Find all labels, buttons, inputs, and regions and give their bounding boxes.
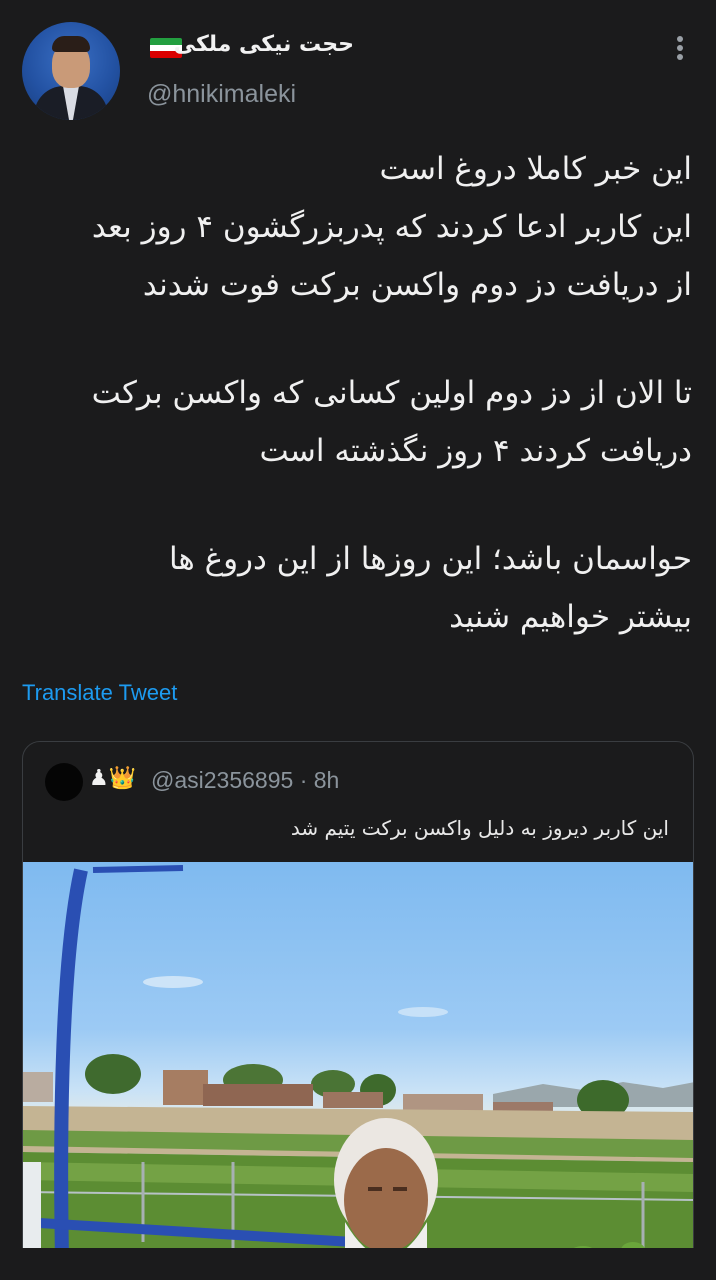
tweet-line: تا الان از دز دوم اولین کسانی که واکسن ب… <box>91 375 692 411</box>
quoted-tweet-photo[interactable] <box>23 862 693 1280</box>
author-avatar[interactable] <box>22 22 120 120</box>
quoted-author-handle-time[interactable]: @asi2356895 · 8h <box>151 767 339 794</box>
tweet-line: این خبر کاملا دروغ است <box>379 151 692 187</box>
quoted-tweet-time: · 8h <box>299 767 340 793</box>
quoted-author-avatar[interactable] <box>45 763 83 801</box>
tweet-line: از دریافت دز دوم واکسن برکت فوت شدند <box>142 267 692 303</box>
landscape-photo-illustration <box>23 865 693 1280</box>
avatar-hair <box>52 36 90 52</box>
quoted-tweet-text: این کاربر دیروز به دلیل واکسن برکت یتیم … <box>290 816 669 840</box>
more-options-icon[interactable] <box>668 36 692 66</box>
quoted-author-handle[interactable]: @asi2356895 <box>151 767 293 793</box>
tweet-text: این خبر کاملا دروغ است این کاربر ادعا کر… <box>12 140 692 646</box>
quoted-author-badges: ♟👑 <box>89 766 137 791</box>
tweet-line: این کاربر ادعا کردند که پدربزرگشون ۴ روز… <box>91 209 692 245</box>
tweet-line: حواسمان باشد؛ این روزها از این دروغ ها <box>168 541 692 577</box>
author-handle[interactable]: @hnikimaleki <box>147 80 296 109</box>
author-display-name[interactable]: حجت نیکی ملکی <box>174 32 354 57</box>
quoted-tweet-card[interactable]: ♟👑 @asi2356895 · 8h این کاربر دیروز به د… <box>22 741 694 1280</box>
bottom-bar <box>0 1248 716 1280</box>
tweet-line: بیشتر خواهیم شنید <box>449 599 692 635</box>
translate-tweet-link[interactable]: Translate Tweet <box>22 680 177 706</box>
tweet-line: دریافت کردند ۴ روز نگذشته است <box>259 433 692 469</box>
